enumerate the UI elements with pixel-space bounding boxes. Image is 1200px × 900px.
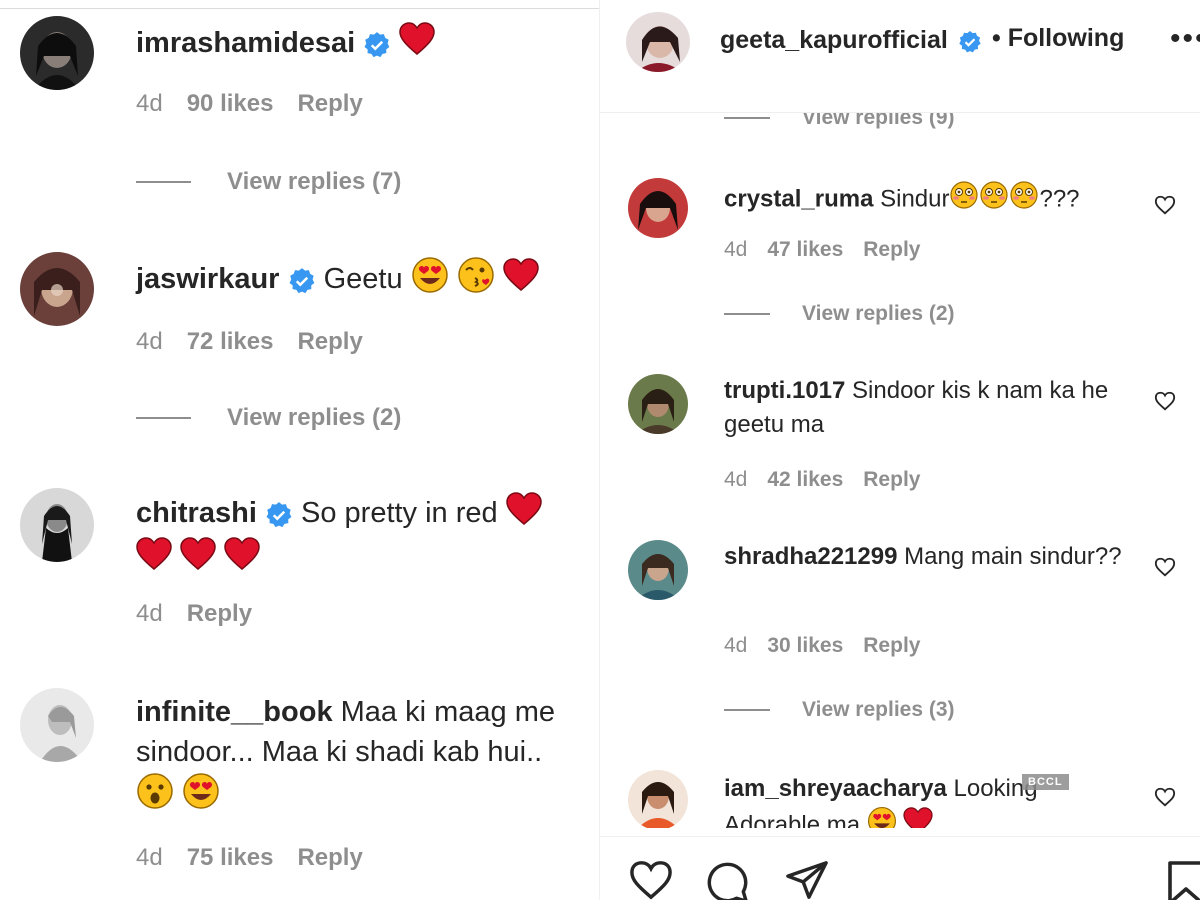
view-replies-button[interactable]: View replies (3): [724, 698, 955, 722]
view-replies-line: [724, 709, 770, 711]
red-heart-icon: [399, 22, 436, 67]
view-replies-line: [136, 181, 191, 183]
flushed-face-icon: [1009, 180, 1039, 220]
view-replies-label: View replies (7): [227, 168, 402, 195]
verified-badge-icon: [959, 31, 981, 53]
comment-text: Sindur: [880, 185, 950, 213]
comment-meta: 4d 47 likes Reply: [724, 238, 940, 262]
comment-text: So pretty in red: [301, 497, 498, 530]
heart-eyes-icon: [182, 772, 220, 821]
comment-meta: 4d 72 likes Reply: [136, 328, 387, 356]
like-comment-icon[interactable]: [1154, 786, 1176, 808]
view-replies-line: [724, 117, 770, 119]
comment-username[interactable]: crystal_ruma: [724, 185, 873, 212]
avatar[interactable]: [20, 688, 94, 762]
share-icon[interactable]: [784, 859, 830, 900]
heart-eyes-icon: [411, 256, 449, 305]
avatar[interactable]: [628, 770, 688, 828]
red-heart-icon: [503, 258, 539, 303]
comment-suffix: ???: [1039, 185, 1080, 213]
comment-meta: 4d 75 likes Reply: [136, 844, 387, 872]
watermark: BCCL: [1022, 774, 1069, 790]
comment-meta: 4d 90 likes Reply: [136, 90, 387, 118]
flushed-face-icon: [979, 180, 1009, 220]
like-icon[interactable]: [628, 859, 674, 900]
reply-button[interactable]: Reply: [297, 90, 362, 117]
comment-username[interactable]: jaswirkaur: [136, 263, 279, 295]
comment-meta: 4d Reply: [136, 600, 276, 628]
verified-badge-icon: [364, 31, 390, 57]
avatar[interactable]: [20, 16, 94, 90]
red-heart-icon: [505, 492, 542, 537]
comment-time: 4d: [136, 90, 163, 117]
comment-username[interactable]: shradha221299: [724, 543, 897, 570]
comment-time: 4d: [136, 600, 163, 627]
like-comment-icon[interactable]: [1154, 390, 1176, 412]
comment-likes[interactable]: 75 likes: [187, 844, 274, 871]
red-heart-icon: [224, 537, 260, 582]
comment-item: iam_shreyaacharya Looking Adorable ma: [600, 770, 1200, 828]
flushed-face-icon: [949, 180, 979, 220]
post-header: geeta_kapurofficial • Following •••: [600, 0, 1200, 113]
verified-badge-icon: [266, 501, 292, 527]
comment-username[interactable]: trupti.1017: [724, 377, 845, 404]
comment-time: 4d: [724, 634, 748, 657]
avatar[interactable]: [20, 252, 94, 326]
like-comment-icon[interactable]: [1154, 194, 1176, 216]
view-replies-label: View replies (2): [802, 302, 955, 325]
comment-likes[interactable]: 47 likes: [767, 238, 843, 261]
view-replies-label: View replies (3): [802, 698, 955, 721]
comment-icon[interactable]: [704, 859, 750, 900]
comment-time: 4d: [136, 328, 163, 355]
view-replies-button[interactable]: View replies (7): [136, 168, 401, 196]
comment-username[interactable]: iam_shreyaacharya: [724, 775, 947, 802]
header-avatar[interactable]: [626, 12, 690, 72]
red-heart-icon: [136, 537, 172, 582]
view-replies-line: [724, 313, 770, 315]
comment-username[interactable]: chitrashi: [136, 497, 257, 529]
comment-likes[interactable]: 90 likes: [187, 90, 274, 117]
red-heart-icon: [903, 807, 934, 828]
comment-likes[interactable]: 72 likes: [187, 328, 274, 355]
red-heart-icon: [180, 537, 216, 582]
comment-time: 4d: [724, 238, 748, 261]
reply-button[interactable]: Reply: [187, 600, 252, 627]
heart-eyes-icon: [867, 806, 897, 828]
like-comment-icon[interactable]: [1154, 556, 1176, 578]
view-replies-line: [136, 417, 191, 419]
avatar[interactable]: [20, 488, 94, 562]
following-button[interactable]: • Following: [992, 24, 1124, 53]
reply-button[interactable]: Reply: [297, 844, 362, 871]
view-replies-button[interactable]: View replies (2): [724, 302, 955, 326]
reply-button[interactable]: Reply: [863, 468, 920, 491]
reply-button[interactable]: Reply: [863, 238, 920, 261]
reply-button[interactable]: Reply: [863, 634, 920, 657]
comment-meta: 4d 30 likes Reply: [724, 634, 940, 658]
comment-username[interactable]: imrashamidesai: [136, 27, 355, 59]
view-replies-button[interactable]: View replies (2): [136, 404, 401, 432]
comment-text: Mang main sindur??: [904, 543, 1122, 570]
comment-time: 4d: [136, 844, 163, 871]
kissing-face-icon: [457, 256, 495, 305]
surprised-face-icon: [136, 772, 174, 821]
view-replies-label: View replies (2): [227, 404, 402, 431]
right-post-panel: View replies (9) geeta_kapurofficial • F…: [600, 0, 1200, 900]
comment-username[interactable]: infinite__book: [136, 696, 333, 728]
avatar[interactable]: [628, 178, 688, 238]
header-username[interactable]: geeta_kapurofficial: [720, 26, 948, 55]
reply-button[interactable]: Reply: [297, 328, 362, 355]
comment-text: Geetu: [323, 263, 403, 296]
top-divider: [0, 8, 600, 9]
post-action-bar: [600, 836, 1200, 900]
comment-likes[interactable]: 42 likes: [767, 468, 843, 491]
comment-likes[interactable]: 30 likes: [767, 634, 843, 657]
avatar[interactable]: [628, 540, 688, 600]
left-comments-panel: imrashamidesai 4d 90 likes Reply View repl…: [0, 0, 600, 900]
more-options-icon[interactable]: •••: [1170, 22, 1200, 56]
avatar[interactable]: [628, 374, 688, 434]
save-icon[interactable]: [1166, 861, 1200, 900]
comment-meta: 4d 42 likes Reply: [724, 468, 940, 492]
verified-badge-icon: [289, 267, 314, 293]
comment-time: 4d: [724, 468, 748, 491]
